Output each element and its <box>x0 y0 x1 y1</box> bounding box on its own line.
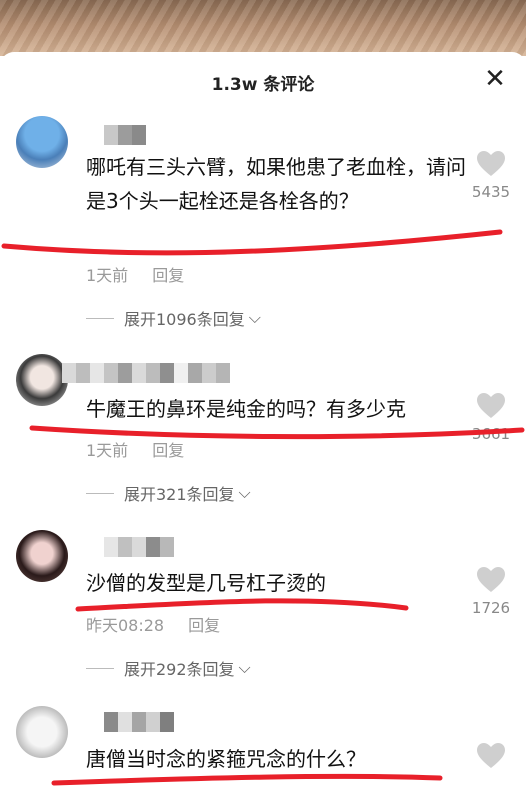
chevron-down-icon: ⌵ <box>238 483 251 502</box>
expand-replies-button[interactable]: 展开292条回复 ⌵ <box>86 656 251 680</box>
comment-time: 昨天08:28 <box>86 616 165 635</box>
expand-replies-button[interactable]: 展开321条回复 ⌵ <box>86 481 251 505</box>
comment-count-title: 1.3w 条评论 <box>211 75 315 95</box>
divider <box>86 492 114 494</box>
username-blurred[interactable] <box>104 712 174 732</box>
like-button[interactable]: 1726 <box>466 566 516 617</box>
username-blurred[interactable] <box>62 363 230 383</box>
comment-meta: 昨天08:28 回复 <box>86 612 220 636</box>
reply-button[interactable]: 回复 <box>152 266 184 285</box>
chevron-down-icon: ⌵ <box>238 658 251 677</box>
like-button[interactable] <box>466 742 516 769</box>
avatar[interactable] <box>16 706 68 758</box>
close-button[interactable]: ✕ <box>480 64 510 94</box>
heart-icon <box>477 151 505 176</box>
like-button[interactable]: 3661 <box>466 392 516 443</box>
reply-button[interactable]: 回复 <box>152 441 184 460</box>
comment-text: 哪吒有三头六臂，如果他患了老血栓，请问是3个头一起栓还是各栓各的？ <box>86 155 466 213</box>
like-count: 5435 <box>471 183 511 201</box>
comment-time: 1天前 <box>86 441 129 460</box>
avatar[interactable] <box>16 530 68 582</box>
username-blurred[interactable] <box>104 537 174 557</box>
comment-text: 牛魔王的鼻环是纯金的吗？有多少克 <box>86 397 406 421</box>
reply-button[interactable]: 回复 <box>188 616 220 635</box>
avatar[interactable] <box>16 354 68 406</box>
expand-replies-label: 展开1096条回复 <box>124 310 245 329</box>
divider <box>86 667 114 669</box>
background-photo <box>0 0 526 56</box>
avatar[interactable] <box>16 116 68 168</box>
comment-meta: 1天前 回复 <box>86 437 184 461</box>
comment-meta: 1天前 回复 <box>86 262 184 286</box>
comment-time: 1天前 <box>86 266 129 285</box>
expand-replies-button[interactable]: 展开1096条回复 ⌵ <box>86 306 261 330</box>
comment-text: 沙僧的发型是几号杠子烫的 <box>86 571 326 595</box>
chevron-down-icon: ⌵ <box>248 308 261 327</box>
divider <box>86 317 114 319</box>
username-blurred[interactable] <box>104 125 146 145</box>
expand-replies-label: 展开292条回复 <box>124 660 235 679</box>
expand-replies-label: 展开321条回复 <box>124 485 235 504</box>
heart-icon <box>477 393 505 418</box>
heart-icon <box>477 567 505 592</box>
like-count: 3661 <box>471 425 511 443</box>
like-button[interactable]: 5435 <box>466 150 516 201</box>
like-count: 1726 <box>471 599 511 617</box>
heart-icon <box>477 743 505 768</box>
close-icon: ✕ <box>484 64 506 94</box>
comment-text: 唐僧当时念的紧箍咒念的什么？ <box>86 747 366 771</box>
